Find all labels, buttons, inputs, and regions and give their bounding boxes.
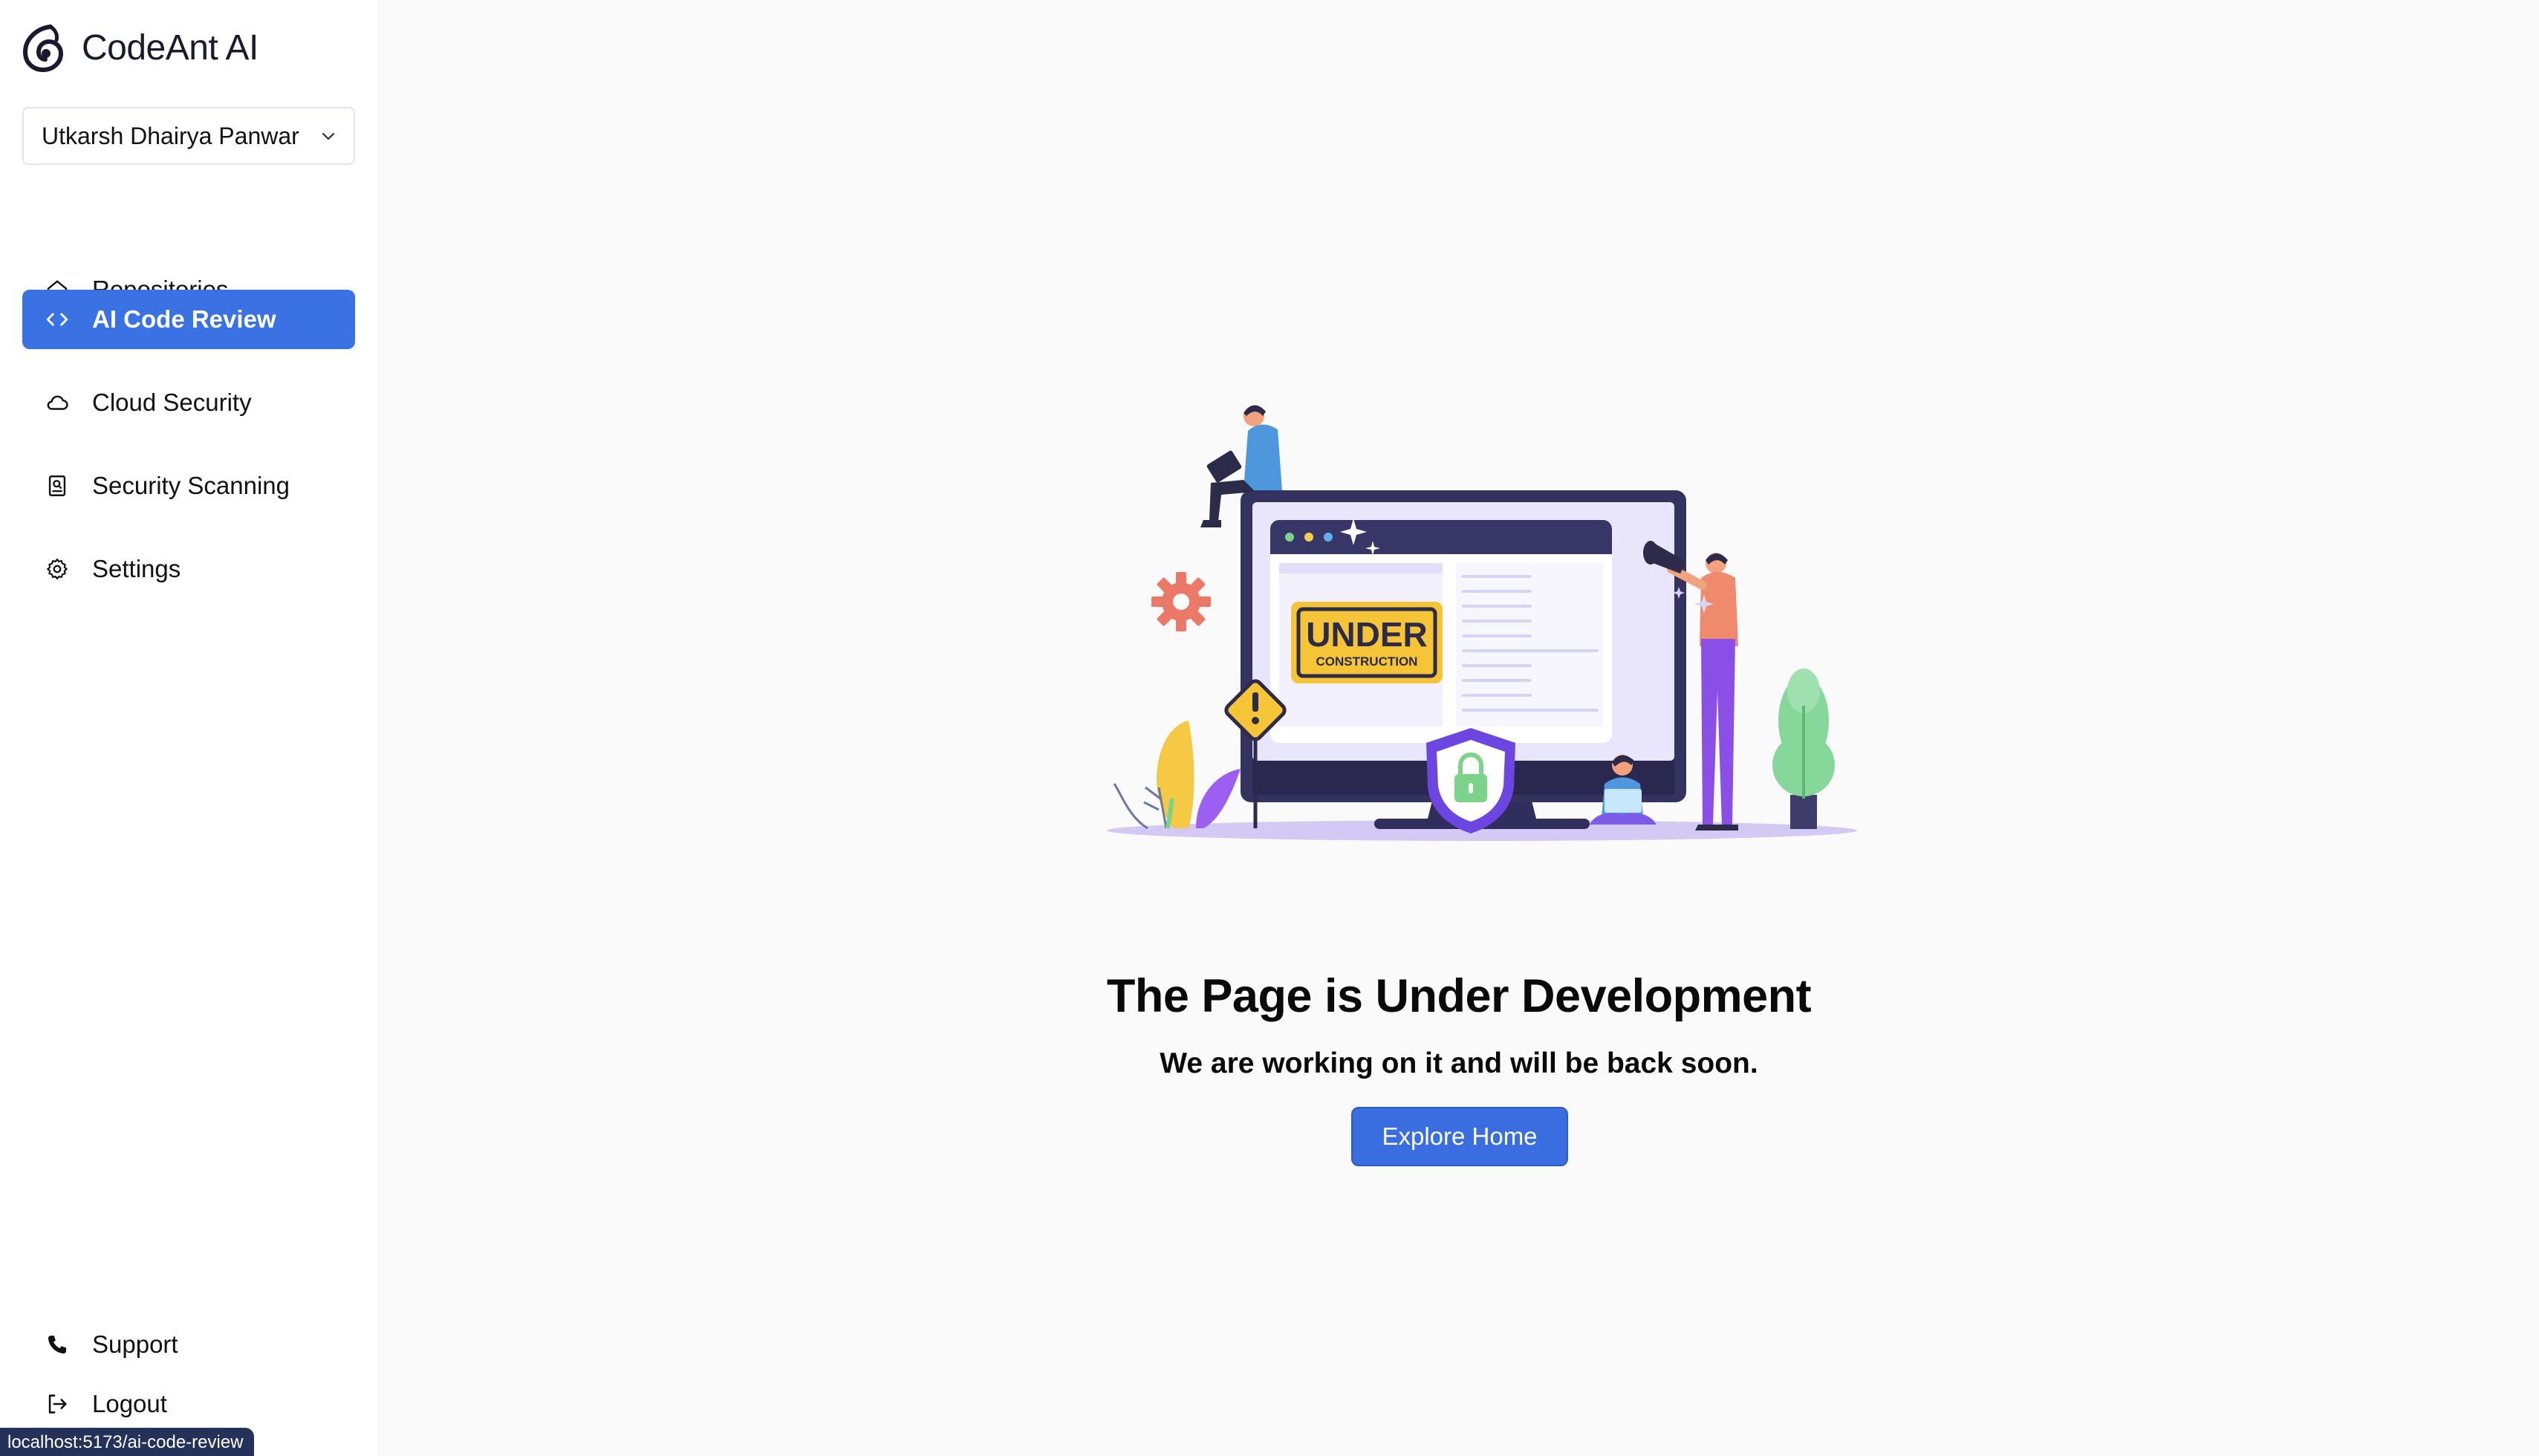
brand-name: CodeAnt AI xyxy=(82,27,259,68)
sidebar-item-settings[interactable]: Settings xyxy=(22,539,355,599)
sidebar: CodeAnt AI Utkarsh Dhairya Panwar Reposi… xyxy=(0,0,379,1456)
sidebar-item-label: Logout xyxy=(92,1390,167,1417)
sign-under-text: UNDER xyxy=(1306,615,1428,654)
sign-construction-text: CONSTRUCTION xyxy=(1316,654,1418,669)
sidebar-item-label: Support xyxy=(92,1330,178,1358)
chevron-down-icon xyxy=(322,132,335,140)
code-icon xyxy=(46,313,68,326)
under-construction-illustration: UNDER CONSTRUCTION xyxy=(1107,405,1857,841)
explore-home-button[interactable]: Explore Home xyxy=(1351,1107,1568,1166)
phone-icon xyxy=(48,1335,67,1354)
sidebar-item-ai-code-review-row[interactable]: AI Code Review xyxy=(22,290,355,349)
sidebar-item-cloud-security[interactable]: Cloud Security xyxy=(22,373,355,432)
page-subtitle: We are working on it and will be back so… xyxy=(1160,1047,1758,1079)
status-bar-url: localhost:5173/ai-code-review xyxy=(0,1428,254,1456)
sidebar-item-label: Settings xyxy=(92,555,181,582)
brand[interactable]: CodeAnt AI xyxy=(21,22,259,73)
org-selector[interactable]: Utkarsh Dhairya Panwar xyxy=(22,107,355,165)
sidebar-item-label: AI Code Review xyxy=(92,305,276,333)
gear-icon xyxy=(47,558,68,580)
org-selector-value: Utkarsh Dhairya Panwar xyxy=(42,122,299,149)
logout-icon xyxy=(48,1394,67,1414)
sidebar-item-label: Security Scanning xyxy=(92,472,290,499)
sidebar-item-label: Cloud Security xyxy=(92,389,252,416)
main-content: UNDER CONSTRUCTION The Page is Under Dev… xyxy=(379,0,2539,1456)
cloud-icon xyxy=(47,395,68,410)
sidebar-item-logout[interactable]: Logout xyxy=(22,1380,355,1428)
scan-icon xyxy=(48,475,66,496)
page-title: The Page is Under Development xyxy=(1106,970,1812,1022)
sidebar-item-security-scanning[interactable]: Security Scanning xyxy=(22,456,355,516)
sidebar-item-support[interactable]: Support xyxy=(22,1321,355,1368)
codeant-logo-icon xyxy=(22,25,64,73)
